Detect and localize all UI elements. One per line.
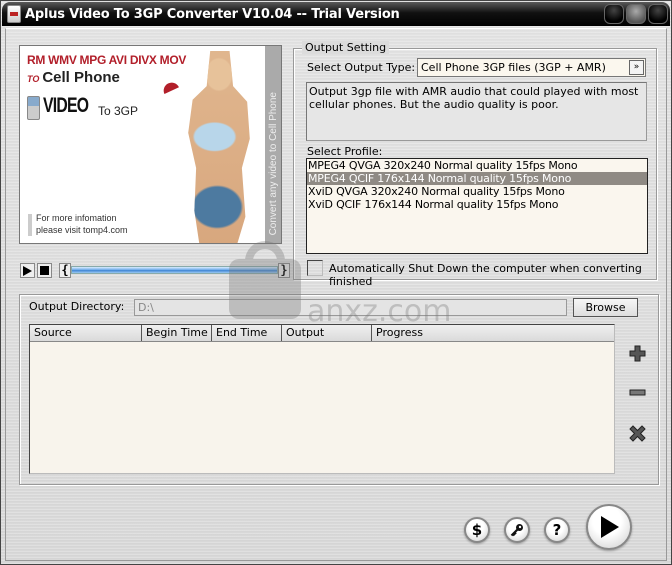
banner-video: VIDEO <box>43 94 89 117</box>
profile-item-selected[interactable]: MPEG4 QCIF 176x144 Normal quality 15fps … <box>307 172 647 185</box>
banner-info-line2: please visit tomp4.com <box>36 225 128 235</box>
column-end-time[interactable]: End Time <box>212 325 282 341</box>
add-icon <box>629 345 645 361</box>
column-progress[interactable]: Progress <box>372 325 614 341</box>
remove-file-button[interactable] <box>628 384 646 402</box>
stop-icon <box>40 266 49 275</box>
banner-target-text: Cell Phone <box>42 69 120 86</box>
arrow-icon <box>161 79 179 95</box>
column-begin-time[interactable]: Begin Time <box>142 325 212 341</box>
window-title: Aplus Video To 3GP Converter V10.04 -- T… <box>25 6 400 22</box>
player-controls: { } <box>20 263 290 278</box>
start-convert-button[interactable] <box>586 504 632 550</box>
column-source[interactable]: Source <box>30 325 142 341</box>
banner-side-text: Convert any video to Cell Phone <box>268 91 279 235</box>
profile-item[interactable]: XviD QVGA 320x240 Normal quality 15fps M… <box>307 185 647 198</box>
close-button[interactable] <box>648 4 668 24</box>
app-icon <box>7 5 21 23</box>
help-icon: ? <box>552 521 562 539</box>
preview-banner: RM WMV MPG AVI DIVX MOV TO Cell Phone VID… <box>19 45 282 244</box>
minimize-button[interactable] <box>604 4 624 24</box>
chevron-down-icon[interactable]: » <box>629 60 644 75</box>
remove-icon <box>629 389 645 396</box>
maximize-button[interactable] <box>626 4 646 24</box>
play-button[interactable] <box>20 263 35 278</box>
profile-list[interactable]: MPEG4 QVGA 320x240 Normal quality 15fps … <box>306 158 648 254</box>
add-file-button[interactable] <box>628 344 646 362</box>
banner-to: TO <box>27 74 40 84</box>
info-bar <box>28 214 32 236</box>
banner-formats: RM WMV MPG AVI DIVX MOV <box>27 53 187 67</box>
shutdown-checkbox[interactable] <box>307 260 323 276</box>
output-type-label: Select Output Type: <box>307 61 416 74</box>
stop-button[interactable] <box>37 263 52 278</box>
trim-start-marker[interactable]: { <box>59 263 71 278</box>
column-output[interactable]: Output <box>282 325 372 341</box>
output-directory-label: Output Directory: <box>29 300 125 313</box>
banner-to-3gp: To 3GP <box>98 104 139 118</box>
banner-info: For more infomation please visit tomp4.c… <box>36 212 128 236</box>
profile-item[interactable]: MPEG4 QVGA 320x240 Normal quality 15fps … <box>307 159 647 172</box>
play-icon <box>601 516 619 538</box>
app-window: Aplus Video To 3GP Converter V10.04 -- T… <box>0 0 672 565</box>
buy-button[interactable]: $ <box>464 517 490 543</box>
window-controls <box>604 4 668 24</box>
trim-slider[interactable]: { } <box>59 263 290 278</box>
browse-button[interactable]: Browse <box>573 298 638 317</box>
banner-model-image <box>188 51 250 243</box>
output-type-description: Output 3gp file with AMR audio that coul… <box>306 82 647 141</box>
shutdown-label[interactable]: Automatically Shut Down the computer whe… <box>329 262 671 288</box>
output-setting-title: Output Setting <box>302 41 390 54</box>
output-type-select[interactable]: Cell Phone 3GP files (3GP + AMR) » <box>417 58 646 77</box>
banner-info-line1: For more infomation <box>36 213 117 223</box>
phone-icon <box>27 96 40 120</box>
banner-target: TO Cell Phone <box>27 69 120 86</box>
help-button[interactable]: ? <box>544 517 570 543</box>
trim-end-marker[interactable]: } <box>278 263 290 278</box>
clear-icon <box>628 424 646 442</box>
profile-label: Select Profile: <box>307 145 383 158</box>
register-button[interactable] <box>504 517 530 543</box>
title-bar[interactable]: Aplus Video To 3GP Converter V10.04 -- T… <box>2 2 670 26</box>
trim-track[interactable] <box>71 266 278 274</box>
file-table[interactable]: Source Begin Time End Time Output Progre… <box>29 324 615 474</box>
output-directory-field[interactable]: D:\ <box>134 299 567 316</box>
output-type-value: Cell Phone 3GP files (3GP + AMR) <box>421 61 606 74</box>
table-header: Source Begin Time End Time Output Progre… <box>30 325 614 342</box>
dollar-icon: $ <box>471 521 483 539</box>
clear-list-button[interactable] <box>628 424 646 442</box>
key-icon <box>510 524 523 537</box>
play-icon <box>23 265 32 276</box>
profile-item[interactable]: XviD QCIF 176x144 Normal quality 15fps M… <box>307 198 647 211</box>
